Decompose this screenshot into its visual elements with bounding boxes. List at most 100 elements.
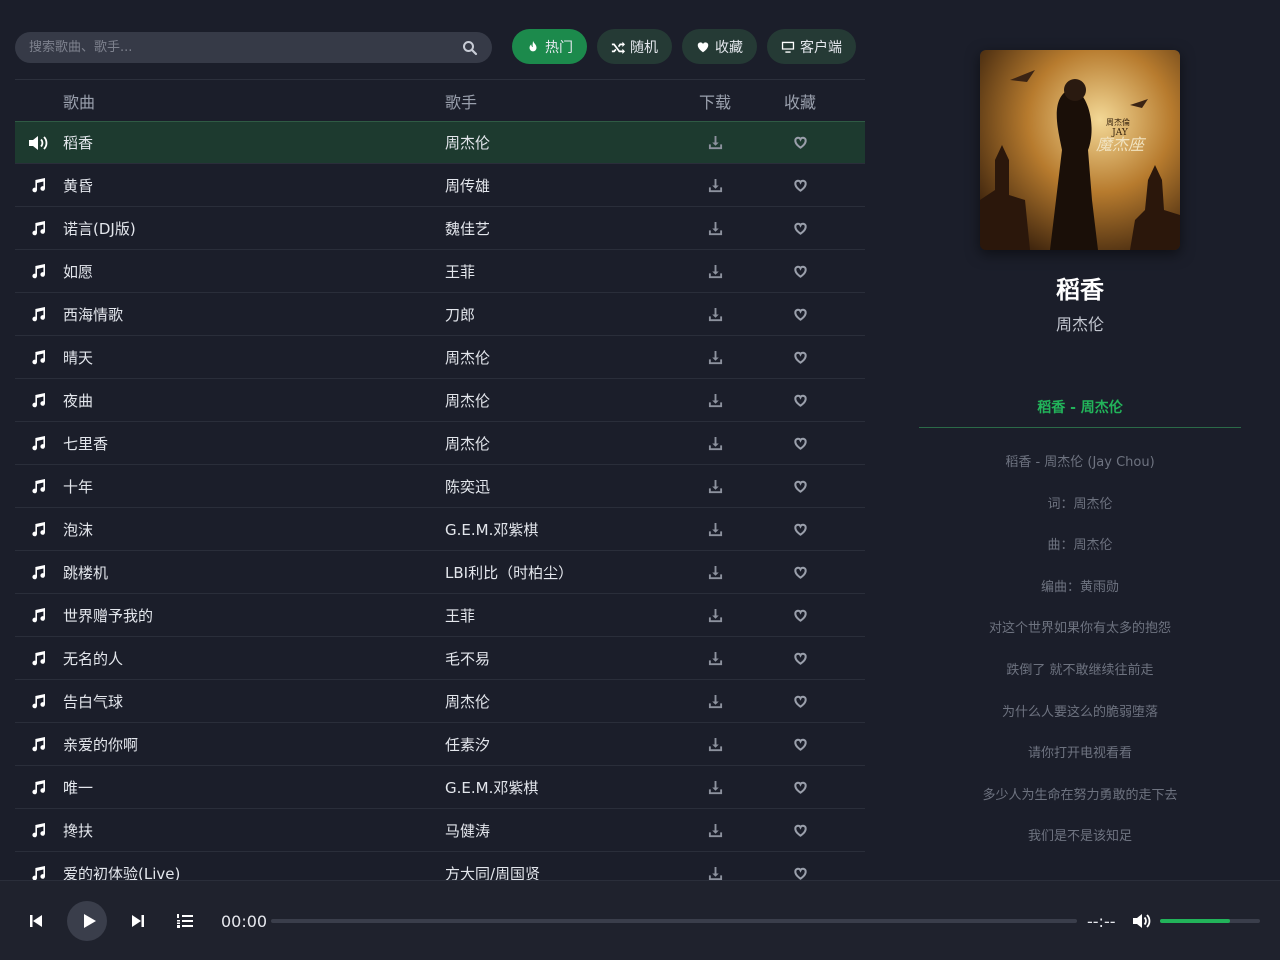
favorite-icon[interactable] (755, 393, 845, 408)
svg-text:周杰倫: 周杰倫 (1106, 117, 1130, 127)
favorite-icon[interactable] (755, 694, 845, 709)
shuffle-button[interactable]: 随机 (597, 29, 672, 64)
favorite-icon[interactable] (755, 651, 845, 666)
song-row[interactable]: 无名的人 毛不易 (15, 637, 865, 680)
song-artist: 周杰伦 (445, 391, 491, 410)
volume-button[interactable] (1132, 912, 1152, 930)
list-ordered-icon (177, 914, 193, 928)
total-time: --:-- (1087, 912, 1116, 931)
song-artist: 周杰伦 (445, 134, 491, 152)
song-artist: 王菲 (445, 606, 476, 625)
song-title: 诺言(DJ版) (63, 219, 136, 238)
download-icon[interactable] (675, 780, 755, 795)
favorite-icon[interactable] (755, 264, 845, 279)
client-button[interactable]: 客户端 (767, 29, 856, 64)
song-title: 西海情歌 (63, 305, 124, 324)
favorite-icon[interactable] (755, 135, 845, 150)
favorite-icon[interactable] (755, 479, 845, 494)
song-row[interactable]: 西海情歌 刀郎 (15, 293, 865, 336)
song-row[interactable]: 如愿 王菲 (15, 250, 865, 293)
now-playing-title: 稻香 (1056, 276, 1104, 304)
play-button[interactable] (67, 901, 107, 941)
favorite-icon[interactable] (755, 522, 845, 537)
search-box[interactable] (15, 32, 492, 63)
song-row[interactable]: 世界赠予我的 王菲 (15, 594, 865, 637)
song-artist: G.E.M.邓紫棋 (445, 520, 539, 539)
download-icon[interactable] (675, 608, 755, 623)
favorite-icon[interactable] (755, 866, 845, 881)
download-icon[interactable] (675, 651, 755, 666)
song-artist: 周杰伦 (445, 692, 491, 711)
hot-button[interactable]: 热门 (512, 29, 587, 64)
song-title: 搀扶 (63, 821, 94, 840)
lyrics-panel[interactable]: 稻香 - 周杰伦 (Jay Chou) 词：周杰伦 曲：周杰伦 编曲：黄雨勋 对这个世界… (920, 452, 1240, 868)
download-icon[interactable] (675, 178, 755, 193)
song-row[interactable]: 诺言(DJ版) 魏佳艺 (15, 207, 865, 250)
download-icon[interactable] (675, 307, 755, 322)
song-artist: 周杰伦 (445, 348, 491, 367)
song-artist: 周传雄 (445, 176, 491, 195)
download-icon[interactable] (675, 866, 755, 881)
prev-button[interactable] (27, 912, 45, 930)
volume-slider[interactable] (1160, 919, 1260, 923)
svg-text:魔杰座: 魔杰座 (1096, 135, 1147, 154)
favorite-icon[interactable] (755, 823, 845, 838)
song-row[interactable]: 搀扶 马健涛 (15, 809, 865, 852)
favorites-button[interactable]: 收藏 (682, 29, 757, 64)
song-artist: 陈奕迅 (445, 477, 491, 496)
favorite-icon[interactable] (755, 565, 845, 580)
song-title: 亲爱的你啊 (63, 735, 139, 754)
download-icon[interactable] (675, 479, 755, 494)
download-icon[interactable] (675, 522, 755, 537)
favorite-icon[interactable] (755, 221, 845, 236)
search-input[interactable] (29, 40, 462, 55)
progress-bar[interactable] (271, 919, 1077, 923)
download-icon[interactable] (675, 393, 755, 408)
song-title: 无名的人 (63, 649, 124, 668)
next-button[interactable] (129, 912, 147, 930)
song-row[interactable]: 十年 陈奕迅 (15, 465, 865, 508)
search-icon[interactable] (462, 40, 478, 56)
music-note-icon (15, 865, 63, 881)
song-row[interactable]: 稻香 周杰伦 (15, 121, 865, 164)
favorite-icon[interactable] (755, 737, 845, 752)
table-header: 歌曲 歌手 下载 收藏 (15, 79, 865, 121)
toolbar: 热门 随机 收藏 客户端 (512, 29, 856, 64)
song-title: 唯一 (63, 778, 94, 797)
favorite-icon[interactable] (755, 350, 845, 365)
lyric-line: 请你打开电视看看 (1027, 746, 1132, 762)
song-row[interactable]: 亲爱的你啊 任素汐 (15, 723, 865, 766)
music-note-icon (15, 392, 63, 408)
download-icon[interactable] (675, 823, 755, 838)
music-note-icon (15, 349, 63, 365)
download-icon[interactable] (675, 264, 755, 279)
song-title: 十年 (63, 477, 94, 496)
song-artist: 刀郎 (445, 305, 476, 324)
song-artist: 王菲 (445, 262, 476, 281)
download-icon[interactable] (675, 350, 755, 365)
song-row[interactable]: 泡沫 G.E.M.邓紫棋 (15, 508, 865, 551)
song-row[interactable]: 夜曲 周杰伦 (15, 379, 865, 422)
download-icon[interactable] (675, 737, 755, 752)
download-icon[interactable] (675, 436, 755, 451)
download-icon[interactable] (675, 565, 755, 580)
favorite-icon[interactable] (755, 307, 845, 322)
download-icon[interactable] (675, 221, 755, 236)
song-row[interactable]: 唯一 G.E.M.邓紫棋 (15, 766, 865, 809)
playlist-button[interactable] (176, 912, 194, 930)
download-icon[interactable] (675, 694, 755, 709)
download-icon[interactable] (675, 135, 755, 150)
song-artist: 周杰伦 (445, 434, 491, 453)
song-row[interactable]: 跳楼机 LBI利比（时柏尘） (15, 551, 865, 594)
song-row[interactable]: 告白气球 周杰伦 (15, 680, 865, 723)
music-note-icon (15, 607, 63, 623)
favorite-icon[interactable] (755, 780, 845, 795)
song-row[interactable]: 七里香 周杰伦 (15, 422, 865, 465)
lyrics-divider (919, 427, 1241, 428)
favorite-icon[interactable] (755, 178, 845, 193)
favorite-icon[interactable] (755, 608, 845, 623)
favorite-icon[interactable] (755, 436, 845, 451)
song-row[interactable]: 黄昏 周传雄 (15, 164, 865, 207)
song-artist: 任素汐 (445, 735, 491, 754)
song-row[interactable]: 晴天 周杰伦 (15, 336, 865, 379)
